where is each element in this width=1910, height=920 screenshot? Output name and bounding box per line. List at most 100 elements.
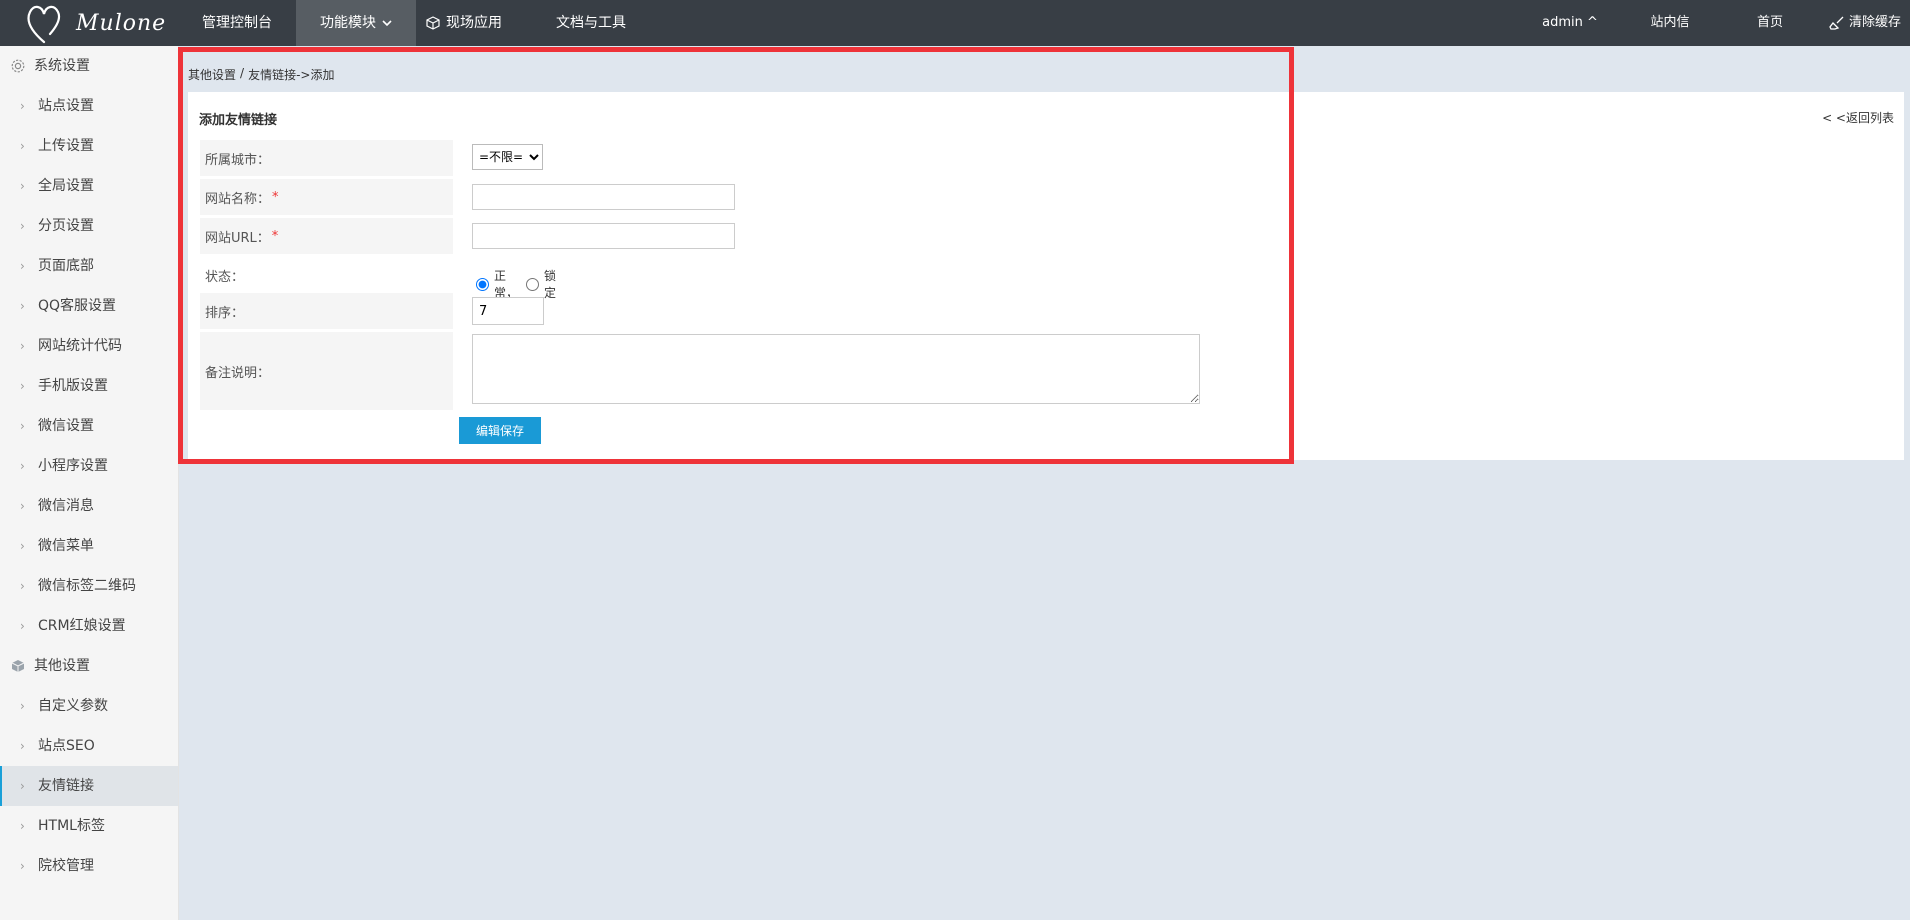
save-button[interactable]: 编辑保存 (459, 417, 541, 444)
chevron-right-icon: › (20, 299, 25, 313)
broom-icon (1829, 16, 1844, 30)
sidebar-item[interactable]: › 院校管理 (0, 846, 178, 886)
nav-modules[interactable]: 功能模块 (296, 0, 416, 46)
sidebar-item[interactable]: › 微信设置 (0, 406, 178, 446)
chevron-right-icon: › (20, 219, 25, 233)
sidebar-item[interactable]: › 自定义参数 (0, 686, 178, 726)
city-label: 所属城市： (200, 140, 453, 176)
sidebar-item-label: 上传设置 (38, 138, 94, 154)
sidebar-item-label: 网站统计代码 (38, 338, 122, 354)
chevron-right-icon: › (20, 259, 25, 273)
site-url-input[interactable] (472, 223, 735, 249)
nav-console[interactable]: 管理控制台 (178, 0, 296, 46)
status-radio-group: 正常， 锁定 (476, 267, 556, 301)
sidebar-item[interactable]: › 手机版设置 (0, 366, 178, 406)
sidebar-item-label: 站点设置 (38, 98, 94, 114)
sidebar-group-label: 其他设置 (34, 658, 90, 674)
chevron-right-icon: › (20, 699, 25, 713)
sidebar-item-label: 微信消息 (38, 498, 94, 514)
home-label: 首页 (1756, 15, 1783, 30)
sidebar-group-other[interactable]: 其他设置 (0, 646, 178, 686)
sidebar-item[interactable]: › 微信消息 (0, 486, 178, 526)
sidebar-item-label: 微信标签二维码 (38, 578, 136, 594)
sort-label: 排序： (200, 293, 453, 329)
messages-link[interactable]: 站内信 (1620, 0, 1720, 46)
sidebar-item[interactable]: › 上传设置 (0, 126, 178, 166)
logo-text: Mulone (76, 11, 167, 36)
sidebar-item-label: 微信设置 (38, 418, 94, 434)
sidebar-item-label: 友情链接 (38, 778, 94, 794)
right-nav: admin ^ 站内信 首页 清除缓存 (1520, 0, 1910, 46)
chevron-right-icon: › (20, 139, 25, 153)
sidebar-item[interactable]: › 站点设置 (0, 86, 178, 126)
home-link[interactable]: 首页 (1720, 0, 1820, 46)
chevron-right-icon: › (20, 99, 25, 113)
sidebar-item[interactable]: › 微信标签二维码 (0, 566, 178, 606)
city-select[interactable]: =不限= (472, 144, 543, 170)
chevron-right-icon: › (20, 339, 25, 353)
sidebar-item-label: 全局设置 (38, 178, 94, 194)
chevron-right-icon: › (20, 859, 25, 873)
sort-input[interactable] (472, 297, 544, 325)
nav-field-apps-label: 现场应用 (446, 15, 502, 31)
gear-icon (11, 59, 25, 73)
chevron-down-icon (382, 20, 392, 27)
status-label: 状态： (200, 257, 453, 293)
site-name-input[interactable] (472, 184, 735, 210)
note-textarea[interactable] (472, 334, 1200, 404)
sidebar-item-label: 微信菜单 (38, 538, 94, 554)
sidebar-item-friend-links[interactable]: › 友情链接 (0, 766, 178, 806)
sidebar-group-label: 系统设置 (34, 58, 90, 74)
chevron-right-icon: › (20, 379, 25, 393)
sidebar-item[interactable]: › 网站统计代码 (0, 326, 178, 366)
chevron-right-icon: › (20, 179, 25, 193)
nav-modules-label: 功能模块 (320, 15, 376, 31)
sidebar-item[interactable]: › 页面底部 (0, 246, 178, 286)
breadcrumb-separator: / (240, 66, 245, 80)
sidebar-item[interactable]: › CRM红娘设置 (0, 606, 178, 646)
form-panel: 添加友情链接 < <返回列表 所属城市： =不限= 网站名称： * 网站URL： *… (188, 92, 1904, 460)
sidebar-item-label: HTML标签 (38, 818, 105, 834)
back-to-list-link[interactable]: < <返回列表 (1822, 109, 1894, 126)
sidebar-item-label: 小程序设置 (38, 458, 108, 474)
breadcrumb-part[interactable]: 其他设置 (188, 66, 236, 83)
sidebar-item[interactable]: › 站点SEO (0, 726, 178, 766)
logo[interactable]: Mulone (24, 2, 165, 46)
clear-cache-button[interactable]: 清除缓存 (1820, 0, 1910, 46)
sidebar-item[interactable]: › QQ客服设置 (0, 286, 178, 326)
chevron-right-icon: › (20, 819, 25, 833)
sidebar-item[interactable]: › 全局设置 (0, 166, 178, 206)
sidebar-group-system[interactable]: 系统设置 (0, 46, 178, 86)
main-nav: 管理控制台 功能模块 现场应用 文档与工具 (178, 0, 650, 46)
box-icon (11, 660, 25, 672)
nav-docs-tools-label: 文档与工具 (556, 15, 626, 31)
status-normal-radio[interactable] (476, 277, 489, 291)
sidebar-item-label: QQ客服设置 (38, 298, 117, 314)
top-bar: Mulone 管理控制台 功能模块 现场应用 文档与工具 admin ^ 站内信… (0, 0, 1910, 46)
breadcrumb: 其他设置 / 友情链接->添加 (188, 66, 334, 83)
chevron-right-icon: › (20, 499, 25, 513)
status-locked-label: 锁定 (544, 269, 557, 300)
sidebar-item-label: 站点SEO (38, 738, 95, 754)
page-title: 添加友情链接 (199, 113, 278, 128)
status-locked-radio[interactable] (526, 277, 539, 291)
user-menu[interactable]: admin ^ (1520, 0, 1620, 46)
sidebar-item[interactable]: › 分页设置 (0, 206, 178, 246)
nav-docs-tools[interactable]: 文档与工具 (526, 0, 650, 46)
chevron-right-icon: › (20, 579, 25, 593)
sidebar-item[interactable]: › HTML标签 (0, 806, 178, 846)
nav-console-label: 管理控制台 (202, 15, 272, 31)
site-url-label: 网站URL： * (200, 218, 453, 254)
nav-field-apps[interactable]: 现场应用 (416, 0, 526, 46)
sidebar-item-label: CRM红娘设置 (38, 618, 126, 634)
sidebar-item-label: 分页设置 (38, 218, 94, 234)
status-normal-label: 正常， (494, 269, 519, 300)
site-name-label-text: 网站名称： (205, 191, 271, 207)
required-mark: * (271, 228, 279, 244)
sidebar-item-label: 院校管理 (38, 858, 94, 874)
site-url-label-text: 网站URL： (205, 230, 270, 246)
sidebar-item[interactable]: › 微信菜单 (0, 526, 178, 566)
chevron-right-icon: › (20, 419, 25, 433)
user-name: admin ^ (1542, 15, 1598, 30)
sidebar-item[interactable]: › 小程序设置 (0, 446, 178, 486)
